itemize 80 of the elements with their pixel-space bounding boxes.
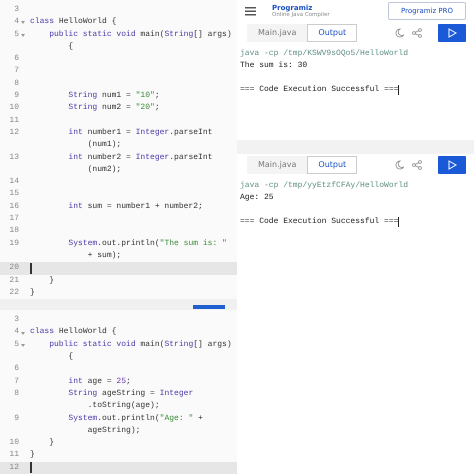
code-line: { [67, 40, 74, 53]
code-line: System.out.println("The sum is: " [67, 238, 227, 250]
code-line: + sum); [86, 250, 122, 262]
line-number: 15 [8, 188, 19, 200]
line-number: 6 [13, 363, 19, 376]
scroll-thumb[interactable] [193, 305, 225, 310]
code-line: String num1 = "10"; [67, 90, 160, 102]
code-line: public static void main(String[] args) [48, 28, 232, 41]
tab[interactable]: Main.java [247, 24, 308, 42]
line-number: 8 [13, 78, 19, 90]
share-icon[interactable] [412, 28, 422, 38]
line-number: 22 [8, 286, 19, 299]
run-button[interactable] [438, 24, 466, 42]
text-cursor [30, 262, 32, 274]
line-number: 13 [8, 152, 19, 164]
code-line: int age = 25; [67, 376, 131, 388]
line-number: 9 [13, 412, 19, 425]
line-number: 9 [13, 90, 19, 102]
line-number: 20 [8, 262, 19, 274]
line-number: 8 [13, 388, 19, 400]
line-number: 4 [13, 326, 19, 338]
caret-icon[interactable] [20, 32, 26, 38]
caret-icon[interactable] [20, 342, 26, 348]
line-number: 5 [13, 338, 19, 351]
line-number: 12 [8, 462, 19, 474]
code-line: ageString); [86, 424, 140, 437]
text-cursor [30, 462, 32, 474]
moon-icon[interactable] [394, 160, 404, 170]
code-line: (num2); [86, 164, 122, 176]
line-number: 7 [13, 376, 19, 388]
caret-icon[interactable] [20, 19, 26, 26]
code-line: int sum = number1 + number2; [67, 200, 203, 213]
line-number: 14 [8, 176, 19, 188]
play-icon [448, 28, 456, 38]
share-icon[interactable] [412, 160, 422, 170]
code-line: System.out.println("Age: " + [67, 412, 203, 425]
code-line: (num1); [86, 139, 122, 152]
play-icon [448, 160, 456, 170]
caret-icon[interactable] [20, 330, 26, 336]
line-number: 6 [13, 53, 19, 66]
line-number: 18 [8, 225, 19, 238]
line-number: 11 [8, 449, 19, 462]
code-line: } [48, 437, 54, 450]
line-number: 7 [13, 65, 19, 78]
tab[interactable]: Output [307, 156, 358, 174]
tab[interactable]: Main.java [247, 156, 308, 174]
moon-icon[interactable] [394, 28, 404, 38]
console-line: java -cp /tmp/yyEtzfCFAy/HelloWorld [240, 180, 408, 192]
code-line: class HelloWorld { [30, 326, 116, 338]
code-line: } [30, 286, 35, 299]
line-number: 11 [8, 114, 19, 127]
console-line: Age: 25 [240, 192, 274, 204]
console-line: java -cp /tmp/KSWV9sOQo5/HelloWorld [240, 48, 408, 60]
code-line: String num2 = "20"; [67, 102, 160, 114]
line-number: 21 [8, 274, 19, 287]
line-number: 12 [8, 126, 19, 139]
run-button[interactable] [438, 156, 466, 174]
tab[interactable]: Output [307, 24, 358, 42]
code-line: int number2 = Integer.parseInt [67, 152, 212, 164]
line-number: 5 [13, 28, 19, 41]
code-line: public static void main(String[] args) [48, 338, 232, 351]
console-line: === Code Execution Successful === [240, 84, 398, 96]
line-number: 3 [13, 4, 19, 16]
console-line: The sum is: 30 [240, 60, 308, 72]
menu-icon [245, 6, 256, 16]
line-number: 10 [8, 102, 19, 114]
code-line: String ageString = Integer [67, 388, 194, 400]
code-line: } [48, 274, 54, 287]
line-number: 19 [8, 238, 19, 250]
code-line: class HelloWorld { [30, 16, 116, 28]
line-number: 17 [8, 213, 19, 226]
code-line: } [30, 449, 35, 462]
code-line: .toString(age); [86, 400, 160, 412]
line-number: 4 [13, 16, 19, 28]
line-number: 10 [8, 437, 19, 450]
console-line: === Code Execution Successful === [240, 216, 398, 228]
code-line: int number1 = Integer.parseInt [67, 126, 212, 139]
line-number: 3 [13, 314, 19, 326]
line-number: 16 [8, 200, 19, 213]
code-line: { [67, 351, 74, 364]
